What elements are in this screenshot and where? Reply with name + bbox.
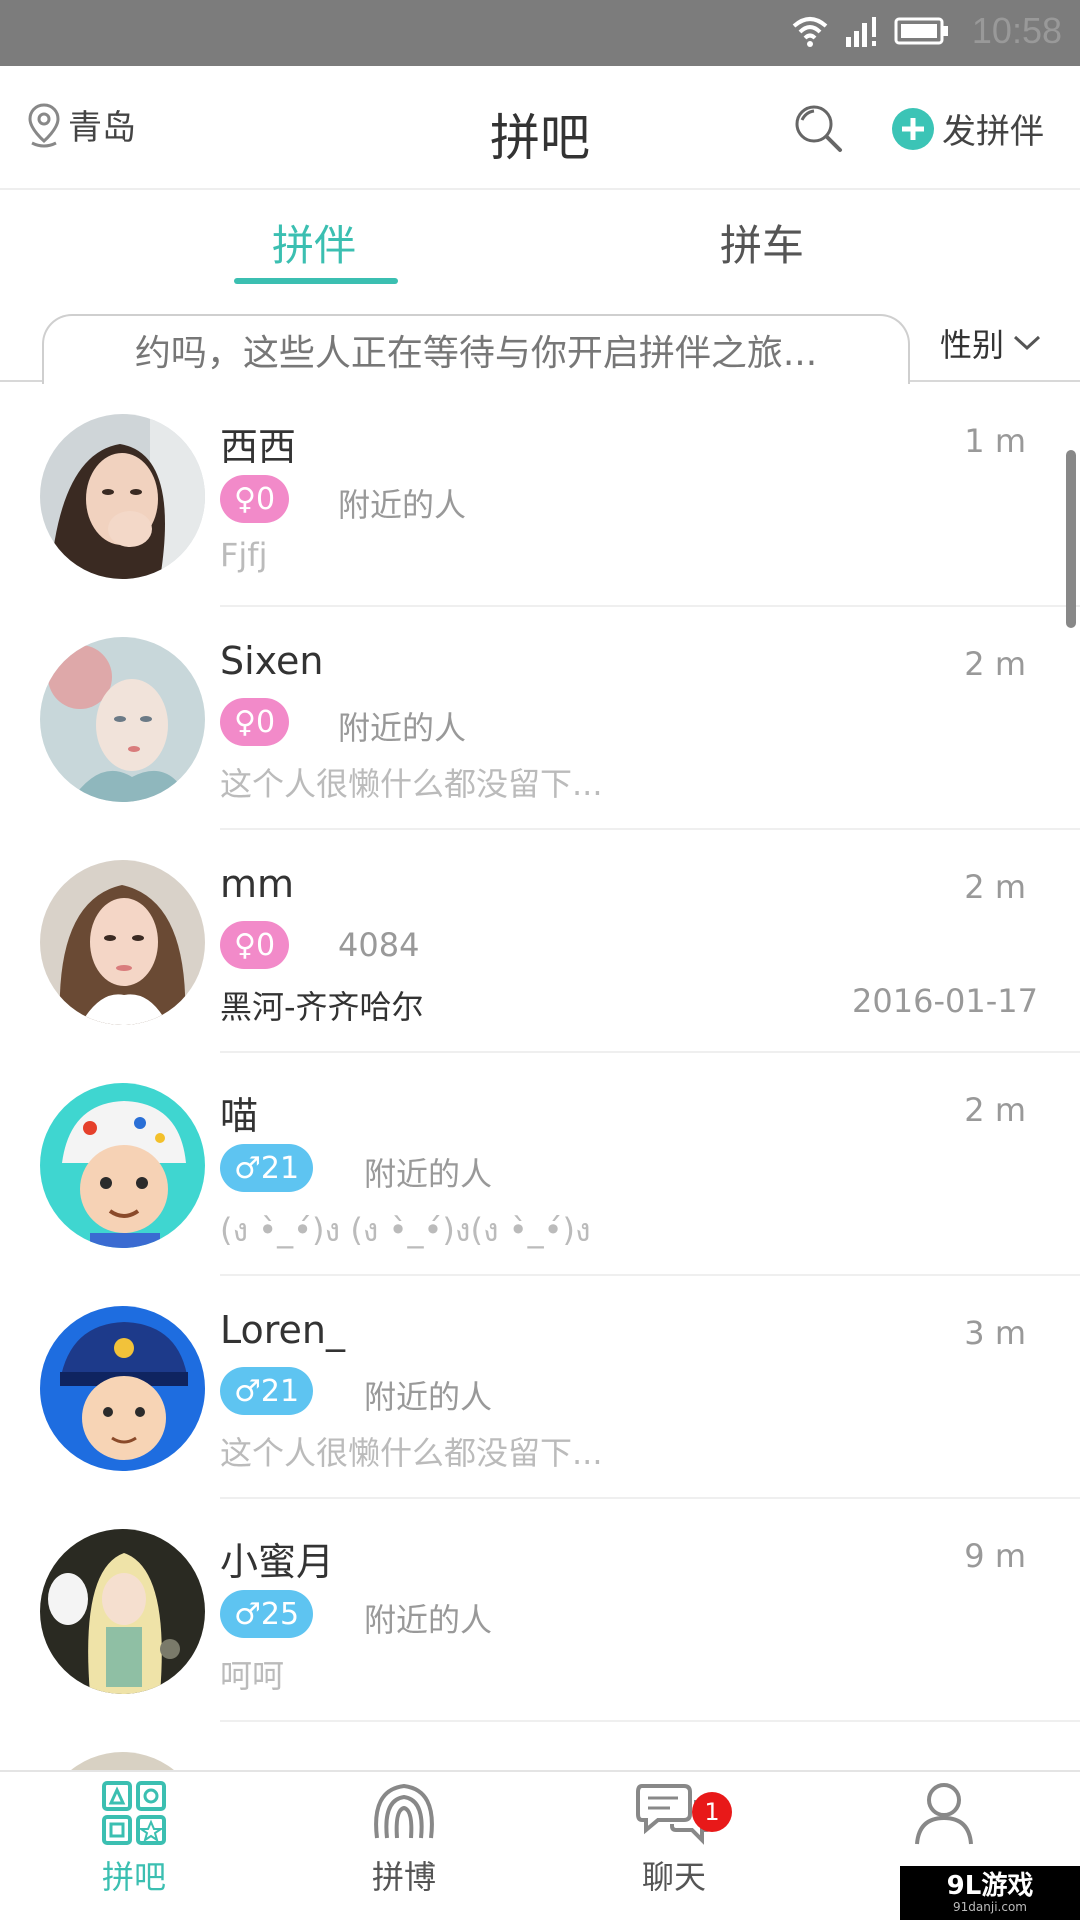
user-signature: 这个人很懒什么都没留下... [220,1434,603,1472]
post-time: 2 m [964,1091,1026,1129]
gender-age-badge: ♀0 [220,475,290,523]
post-partner-label: 发拼伴 [942,112,1044,152]
wifi-icon [792,17,828,47]
gender-age-badge: ♂25 [220,1590,314,1638]
gender-age-badge: ♀0 [220,921,290,969]
top-app-bar: 青岛 拼吧 发拼伴 [0,66,1080,190]
list-item[interactable]: 喵 2 m ♂21 附近的人 (ง •̀_•́)ง (ง •̀_•́)ง(ง •… [0,1053,1080,1276]
user-name: 小蜜月 [220,1540,335,1584]
list-item-partial[interactable] [0,1722,1080,1770]
user-name: 西西 [220,425,297,469]
avatar[interactable] [40,414,205,579]
post-time: 2 m [964,645,1026,683]
tab-bar: 拼伴 拼车 [0,190,1080,288]
gender-filter-label: 性别 [940,326,1005,364]
avatar[interactable] [40,860,205,1025]
person-icon [915,1783,973,1845]
search-icon [795,105,842,152]
list-item[interactable]: 西西 1 m ♀0 附近的人 Fjfj [0,384,1080,607]
gender-age-badge: ♂21 [220,1367,314,1415]
tab-indicator [234,278,398,284]
status-icons [790,14,950,48]
partner-list: 西西 1 m ♀0 附近的人 Fjfj Sixen 2 m ♀0 附近的人 这个… [0,384,1080,1770]
distance-label: 附近的人 [364,1601,493,1639]
user-signature: Fjfj [220,536,268,574]
list-item[interactable]: Loren_ 3 m ♂21 附近的人 这个人很懒什么都没留下... [0,1276,1080,1499]
distance-label: 附近的人 [338,709,467,747]
nav-pinba-label: 拼吧 [101,1858,166,1896]
gender-age-badge: ♀0 [220,698,290,746]
watermark-url: 91danji.com [953,1900,1027,1914]
nav-chat[interactable]: 聊天 1 [574,1780,774,1898]
tab-partner[interactable]: 拼伴 [272,212,356,273]
distance-label: 附近的人 [364,1155,493,1193]
gender-filter-dropdown[interactable]: 性别 [940,320,1042,366]
distance-label: 4084 [338,926,420,964]
avatar[interactable] [40,1083,205,1248]
avatar[interactable] [40,1529,205,1694]
user-name: Sixen [220,639,324,683]
chevron-down-icon [1014,335,1041,351]
grid-apps-icon [102,1781,166,1845]
status-bar: 10:58 [0,0,1080,66]
distance-label: 附近的人 [338,486,467,524]
nav-chat-label: 聊天 [641,1858,706,1896]
avatar[interactable] [40,637,205,802]
watermark-logo: 9L游戏 [946,1871,1034,1901]
post-time: 2 m [964,868,1026,906]
nav-profile[interactable] [844,1780,1044,1852]
site-watermark: 9L游戏 91danji.com [900,1866,1080,1920]
plus-circle-icon [892,107,934,150]
tab-carpool[interactable]: 拼车 [720,212,804,273]
list-item[interactable]: mm 2 m ♀0 4084 黑河-齐齐哈尔 2016-01-17 [0,830,1080,1053]
broadcast-icon [374,1783,434,1839]
avatar[interactable] [40,1306,205,1471]
user-signature: (ง •̀_•́)ง (ง •̀_•́)ง(ง •̀_•́)ง [220,1211,591,1249]
user-signature: 呵呵 [220,1657,285,1695]
list-item[interactable]: Sixen 2 m ♀0 附近的人 这个人很懒什么都没留下... [0,607,1080,830]
list-item[interactable]: 小蜜月 9 m ♂25 附近的人 呵呵 [0,1499,1080,1722]
route-label: 黑河-齐齐哈尔 [220,988,424,1026]
nav-pinba[interactable]: 拼吧 [34,1780,234,1898]
post-time: 1 m [964,422,1026,460]
status-time: 10:58 [971,10,1062,51]
invite-banner: 约吗，这些人正在等待与你开启拼伴之旅... [42,314,910,384]
battery-icon [894,17,948,45]
nav-pinbo-label: 拼博 [371,1858,436,1896]
post-time: 3 m [964,1314,1026,1352]
post-time: 9 m [964,1537,1026,1575]
trip-date: 2016-01-17 [852,982,1038,1020]
gender-age-badge: ♂21 [220,1144,314,1192]
notification-badge: 1 [692,1792,732,1832]
user-name: 喵 [220,1094,259,1138]
user-name: Loren_ [220,1308,346,1352]
invite-banner-text: 约吗，这些人正在等待与你开启拼伴之旅... [134,333,818,374]
search-button[interactable] [790,100,846,156]
filter-row: 约吗，这些人正在等待与你开启拼伴之旅... 性别 [0,300,1080,384]
signal-icon [846,17,876,47]
distance-label: 附近的人 [364,1378,493,1416]
post-partner-button[interactable]: 发拼伴 [892,104,1044,153]
user-name: mm [220,862,295,906]
avatar[interactable] [40,1752,205,1770]
nav-pinbo[interactable]: 拼博 [304,1780,504,1898]
user-signature: 这个人很懒什么都没留下... [220,765,603,803]
scrollbar[interactable] [1066,450,1076,628]
